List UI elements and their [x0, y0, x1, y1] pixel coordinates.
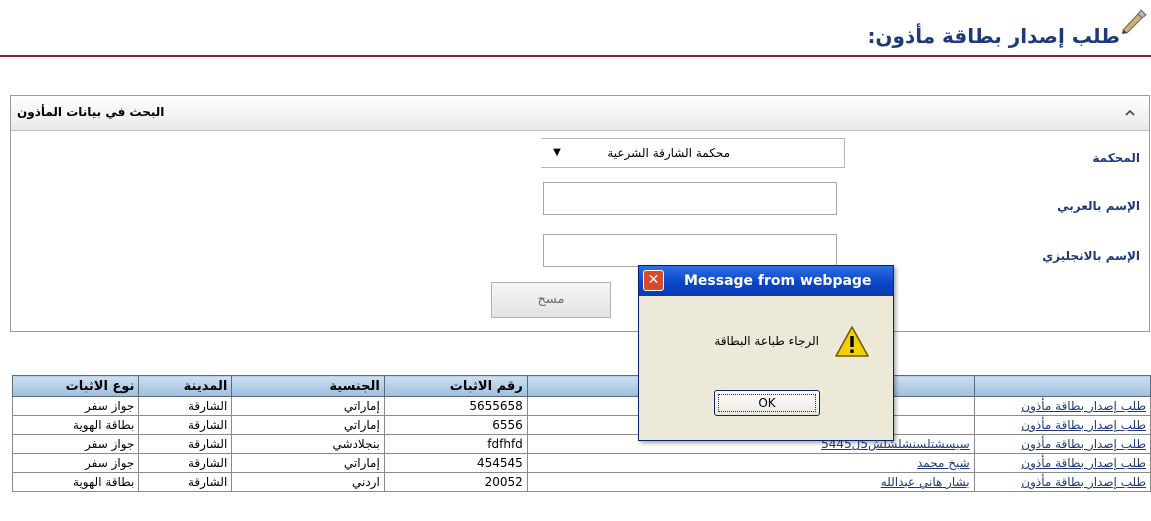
nationality-cell: اردني: [231, 472, 385, 492]
id-type-cell: جواز سفر: [11, 453, 140, 473]
id-number-cell: fdfhfd: [383, 434, 528, 454]
city-cell: الشارقة: [138, 396, 233, 416]
dialog-title: Message from webpage: [684, 273, 872, 289]
table-row: طلب إصدار بطاقة مأذون 6556 إماراتي الشار…: [11, 415, 1151, 435]
name-link[interactable]: شيخ محمد: [526, 453, 975, 473]
column-header-id-type: نوع الاثبات: [11, 375, 140, 397]
table-row: طلب إصدار بطاقة مأذون شيخ محمد 454545 إم…: [11, 453, 1151, 473]
id-number-cell: 5655658: [383, 396, 528, 416]
chevron-up-icon[interactable]: [1123, 106, 1137, 120]
arabic-name-label: الإسم بالعربي: [1057, 199, 1140, 213]
column-header-action: [973, 375, 1151, 397]
table-row: طلب إصدار بطاقة مأذون بشار هاني عبدالله …: [11, 472, 1151, 492]
request-card-link[interactable]: طلب إصدار بطاقة مأذون: [973, 415, 1151, 435]
id-type-cell: جواز سفر: [11, 396, 140, 416]
english-name-label: الإسم بالانجليزي: [1042, 249, 1140, 263]
city-cell: الشارقة: [138, 472, 233, 492]
nationality-cell: إماراتي: [231, 396, 385, 416]
court-select-value: محكمة الشارقة الشرعية: [607, 146, 730, 160]
clear-button[interactable]: مسح: [491, 282, 611, 318]
page-title: طلب إصدار بطاقة مأذون:: [867, 24, 1120, 48]
table-row: طلب إصدار بطاقة مأذون سيسشتلسنشلشلش5ل544…: [11, 434, 1151, 454]
column-header-id-number: رقم الاثبات: [383, 375, 528, 397]
search-panel-title: البحث في بيانات المأذون: [17, 105, 165, 119]
id-number-cell: 6556: [383, 415, 528, 435]
city-cell: الشارقة: [138, 434, 233, 454]
pen-icon: [1122, 9, 1147, 34]
id-type-cell: بطاقة الهوية: [11, 415, 140, 435]
close-icon[interactable]: ✕: [643, 270, 664, 291]
arabic-name-field[interactable]: [543, 182, 837, 215]
request-card-link[interactable]: طلب إصدار بطاقة مأذون: [973, 434, 1151, 454]
results-table: رقم الاثبات الجنسية المدينة نوع الاثبات …: [11, 375, 1151, 492]
city-cell: الشارقة: [138, 453, 233, 473]
id-number-cell: 454545: [383, 453, 528, 473]
nationality-cell: إماراتي: [231, 415, 385, 435]
city-cell: الشارقة: [138, 415, 233, 435]
title-divider: [0, 55, 1151, 57]
nationality-cell: بنجلادشي: [231, 434, 385, 454]
dropdown-arrow-icon[interactable]: ▼: [543, 138, 571, 168]
id-type-cell: بطاقة الهوية: [11, 472, 140, 492]
column-header-nationality: الجنسية: [231, 375, 385, 397]
ok-button[interactable]: OK: [714, 390, 820, 416]
nationality-cell: إماراتي: [231, 453, 385, 473]
warning-icon: [835, 326, 869, 357]
name-link[interactable]: بشار هاني عبدالله: [526, 472, 975, 492]
english-name-field[interactable]: [543, 234, 837, 267]
dialog-titlebar[interactable]: ✕ Message from webpage: [639, 266, 893, 296]
table-row: طلب إصدار بطاقة مأذون 5655658 إماراتي ال…: [11, 396, 1151, 416]
court-select[interactable]: محكمة الشارقة الشرعية: [541, 138, 845, 168]
request-card-link[interactable]: طلب إصدار بطاقة مأذون: [973, 472, 1151, 492]
search-panel: البحث في بيانات المأذون المحكمة محكمة ال…: [10, 95, 1150, 332]
request-card-link[interactable]: طلب إصدار بطاقة مأذون: [973, 396, 1151, 416]
focus-ring: [718, 394, 816, 412]
table-header-row: رقم الاثبات الجنسية المدينة نوع الاثبات: [11, 375, 1151, 397]
id-type-cell: جواز سفر: [11, 434, 140, 454]
message-dialog: ✕ Message from webpage الرجاء طباعة البط…: [638, 265, 894, 441]
dialog-message: الرجاء طباعة البطاقة: [714, 334, 819, 348]
id-number-cell: 20052: [383, 472, 528, 492]
request-card-link[interactable]: طلب إصدار بطاقة مأذون: [973, 453, 1151, 473]
search-panel-header[interactable]: البحث في بيانات المأذون: [11, 96, 1149, 131]
court-label: المحكمة: [1092, 151, 1140, 165]
column-header-city: المدينة: [138, 375, 233, 397]
